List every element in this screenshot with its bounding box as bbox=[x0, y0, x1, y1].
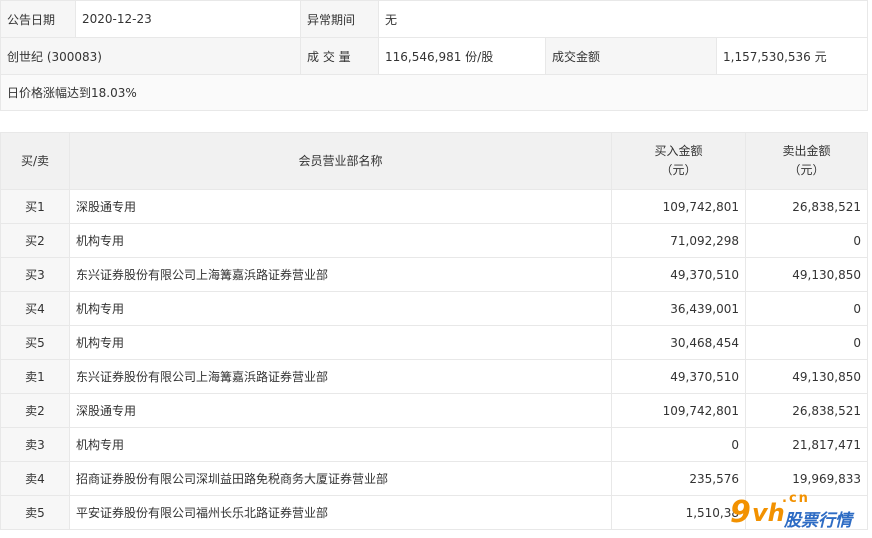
row-sell-amount: 0 bbox=[745, 325, 868, 360]
table-row: 卖1 东兴证券股份有限公司上海篝嘉浜路证券营业部 49,370,510 49,130,… bbox=[0, 359, 868, 394]
reason-text: 日价格涨幅达到18.03% bbox=[0, 74, 869, 111]
row-buy-amount: 109,742,801 bbox=[611, 393, 746, 428]
info-row-stock: 创世纪 (300083) 成 交 量 116,546,981 份/股 成交金额 … bbox=[0, 37, 869, 75]
row-broker-name: 东兴证券股份有限公司上海篝嘉浜路证券营业部 bbox=[69, 359, 612, 394]
table-row: 买5 机构专用 30,468,454 0 bbox=[0, 325, 868, 360]
row-side: 卖5 bbox=[0, 495, 70, 530]
table-row: 买1 深股通专用 109,742,801 26,838,521 bbox=[0, 189, 868, 224]
header-sell-amount: 卖出金额 （元） bbox=[745, 132, 868, 190]
table-row: 买4 机构专用 36,439,001 0 bbox=[0, 291, 868, 326]
row-buy-amount: 36,439,001 bbox=[611, 291, 746, 326]
period-label: 异常期间 bbox=[300, 0, 379, 38]
row-side: 卖2 bbox=[0, 393, 70, 428]
row-sell-amount bbox=[745, 495, 868, 530]
info-row-date: 公告日期 2020-12-23 异常期间 无 bbox=[0, 0, 869, 38]
row-buy-amount: 49,370,510 bbox=[611, 359, 746, 394]
row-buy-amount: 0 bbox=[611, 427, 746, 462]
date-label: 公告日期 bbox=[0, 0, 76, 38]
header-buy-amount: 买入金额 （元） bbox=[611, 132, 746, 190]
period-value: 无 bbox=[377, 0, 869, 38]
row-broker-name: 东兴证券股份有限公司上海篝嘉浜路证券营业部 bbox=[69, 257, 612, 292]
row-side: 卖1 bbox=[0, 359, 70, 394]
row-buy-amount: 1,510,38 bbox=[611, 495, 746, 530]
table-row: 卖2 深股通专用 109,742,801 26,838,521 bbox=[0, 393, 868, 428]
row-side: 买4 bbox=[0, 291, 70, 326]
row-buy-amount: 109,742,801 bbox=[611, 189, 746, 224]
announcement-info-table: 公告日期 2020-12-23 异常期间 无 创世纪 (300083) 成 交 … bbox=[0, 0, 869, 111]
table-row: 卖5 平安证券股份有限公司福州长乐北路证券营业部 1,510,38 bbox=[0, 495, 868, 530]
amount-value: 1,157,530,536 元 bbox=[715, 37, 869, 75]
volume-label: 成 交 量 bbox=[300, 37, 379, 75]
row-broker-name: 深股通专用 bbox=[69, 393, 612, 428]
row-buy-amount: 71,092,298 bbox=[611, 223, 746, 258]
row-side: 买5 bbox=[0, 325, 70, 360]
row-broker-name: 机构专用 bbox=[69, 291, 612, 326]
table-header-row: 买/卖 会员营业部名称 买入金额 （元） 卖出金额 （元） bbox=[0, 132, 868, 190]
row-buy-amount: 49,370,510 bbox=[611, 257, 746, 292]
row-broker-name: 机构专用 bbox=[69, 325, 612, 360]
header-buy-label: 买入金额 bbox=[654, 144, 703, 158]
stock-name: 创世纪 (300083) bbox=[0, 37, 301, 75]
row-sell-amount: 26,838,521 bbox=[745, 393, 868, 428]
row-side: 卖3 bbox=[0, 427, 70, 462]
row-side: 卖4 bbox=[0, 461, 70, 496]
row-side: 买1 bbox=[0, 189, 70, 224]
row-sell-amount: 49,130,850 bbox=[745, 257, 868, 292]
header-broker-name: 会员营业部名称 bbox=[69, 132, 612, 190]
row-sell-amount: 49,130,850 bbox=[745, 359, 868, 394]
table-row: 买2 机构专用 71,092,298 0 bbox=[0, 223, 868, 258]
row-side: 买2 bbox=[0, 223, 70, 258]
row-sell-amount: 21,817,471 bbox=[745, 427, 868, 462]
row-sell-amount: 0 bbox=[745, 223, 868, 258]
row-side: 买3 bbox=[0, 257, 70, 292]
row-buy-amount: 235,576 bbox=[611, 461, 746, 496]
broker-trades-table: 买/卖 会员营业部名称 买入金额 （元） 卖出金额 （元） 买1 深股通专用 109… bbox=[0, 132, 868, 530]
table-row: 卖4 招商证券股份有限公司深圳益田路免税商务大厦证券营业部 235,576 19,96… bbox=[0, 461, 868, 496]
header-sell-label: 卖出金额 bbox=[782, 144, 831, 158]
row-broker-name: 机构专用 bbox=[69, 223, 612, 258]
header-sell-unit: （元） bbox=[788, 163, 825, 177]
row-broker-name: 平安证券股份有限公司福州长乐北路证券营业部 bbox=[69, 495, 612, 530]
volume-value: 116,546,981 份/股 bbox=[378, 37, 546, 75]
row-sell-amount: 19,969,833 bbox=[745, 461, 868, 496]
table-row: 买3 东兴证券股份有限公司上海篝嘉浜路证券营业部 49,370,510 49,130,… bbox=[0, 257, 868, 292]
row-sell-amount: 26,838,521 bbox=[745, 189, 868, 224]
header-side: 买/卖 bbox=[0, 132, 70, 190]
table-row: 卖3 机构专用 0 21,817,471 bbox=[0, 427, 868, 462]
amount-label: 成交金额 bbox=[545, 37, 717, 75]
row-sell-amount: 0 bbox=[745, 291, 868, 326]
info-row-reason: 日价格涨幅达到18.03% bbox=[0, 74, 869, 111]
header-buy-unit: （元） bbox=[660, 163, 697, 177]
row-broker-name: 机构专用 bbox=[69, 427, 612, 462]
row-broker-name: 招商证券股份有限公司深圳益田路免税商务大厦证券营业部 bbox=[69, 461, 612, 496]
date-value: 2020-12-23 bbox=[75, 0, 301, 38]
row-broker-name: 深股通专用 bbox=[69, 189, 612, 224]
row-buy-amount: 30,468,454 bbox=[611, 325, 746, 360]
